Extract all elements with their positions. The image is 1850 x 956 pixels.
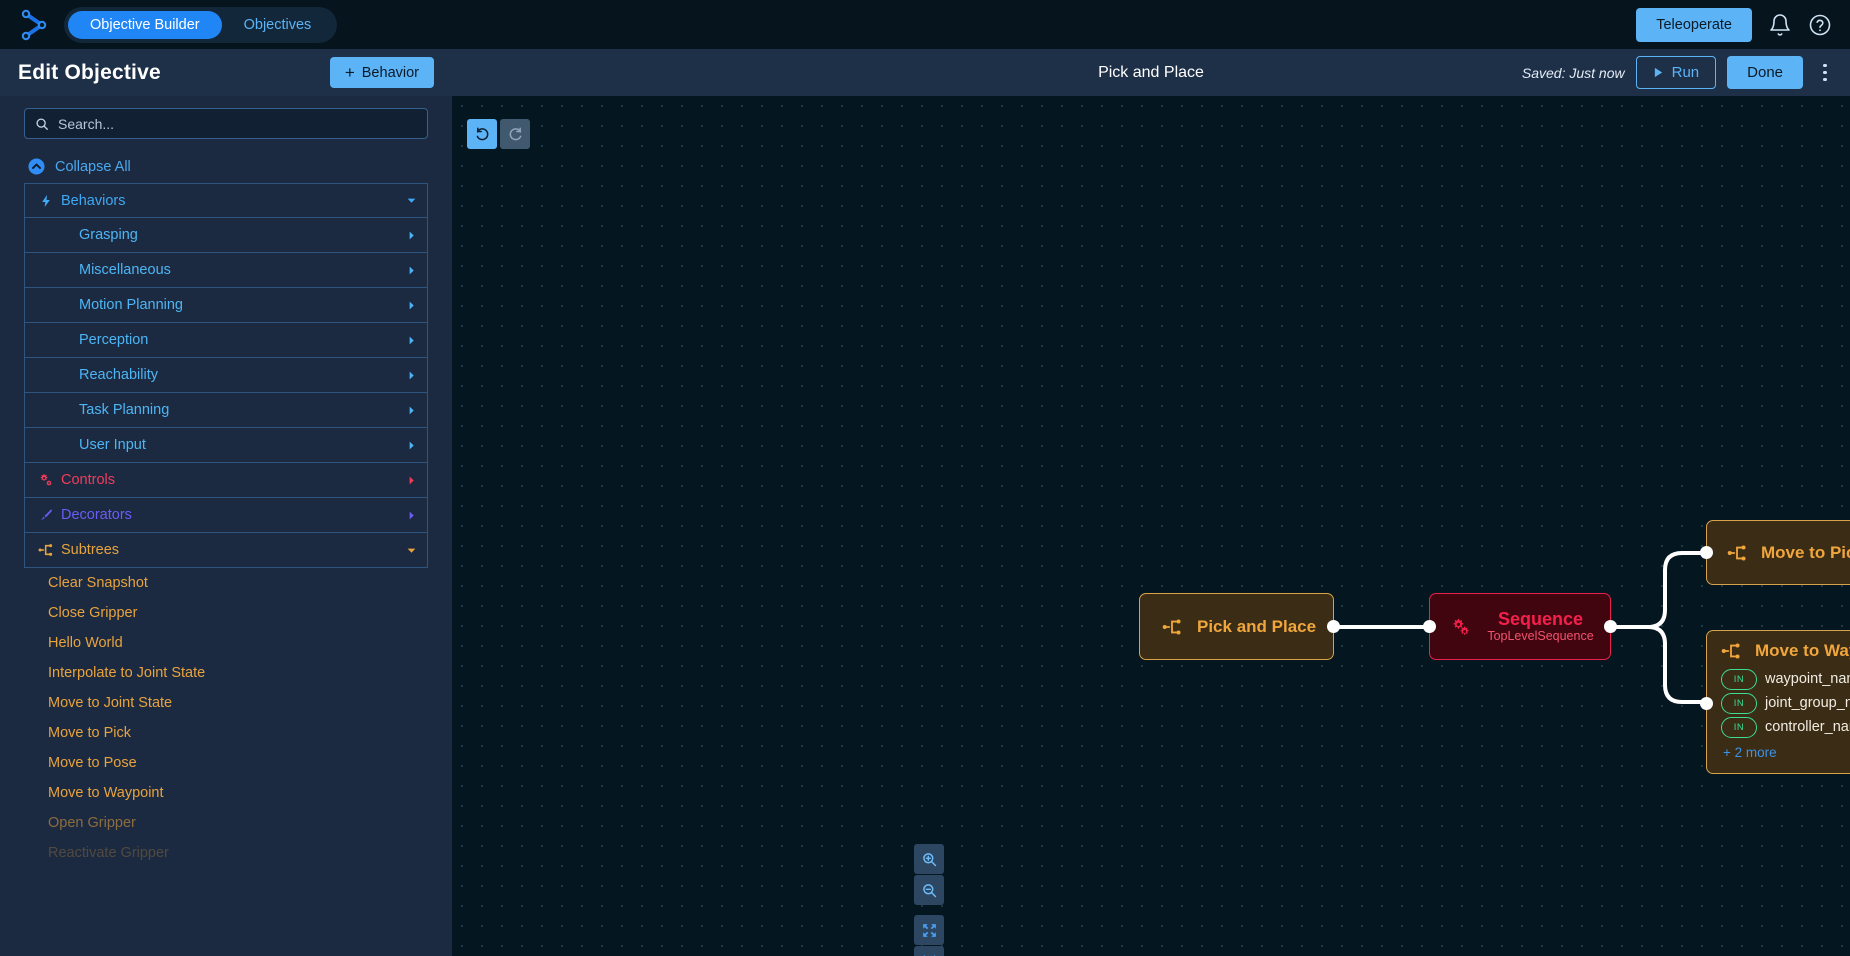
undo-button[interactable]	[467, 119, 497, 149]
more-vertical-icon[interactable]	[1814, 58, 1836, 88]
chevron-down-icon[interactable]	[406, 195, 417, 206]
graph-edges	[1334, 551, 1708, 704]
top-navigation-bar: Objective Builder Objectives Teleoperate	[0, 0, 1850, 49]
saved-status-label: Saved: Just now	[1521, 64, 1625, 81]
run-button[interactable]: Run	[1635, 56, 1717, 89]
play-icon	[1653, 67, 1664, 78]
sidebar-category-task-planning[interactable]: Task Planning	[24, 393, 428, 428]
sidebar-category-label: Controls	[61, 472, 115, 488]
sidebar-category-motion-planning[interactable]: Motion Planning	[24, 288, 428, 323]
main-area: Pick and Place Saved: Just now Run Done	[452, 49, 1850, 956]
sidebar-category-behaviors[interactable]: Behaviors	[24, 183, 428, 218]
help-circle-icon[interactable]	[1808, 13, 1832, 37]
search-field-wrapper[interactable]	[24, 108, 428, 139]
output-port[interactable]	[1327, 620, 1340, 633]
plus-icon: +	[344, 63, 355, 82]
lightning-icon	[37, 194, 55, 208]
objective-header: Pick and Place Saved: Just now Run Done	[452, 49, 1850, 96]
chevron-down-icon[interactable]	[406, 545, 417, 556]
sidebar-category-label: Motion Planning	[79, 297, 183, 313]
collapse-all-button[interactable]	[914, 946, 944, 956]
sidebar-category-label: Subtrees	[61, 542, 120, 558]
sidebar-category-label: Miscellaneous	[79, 262, 171, 278]
tab-objectives[interactable]: Objectives	[222, 11, 334, 39]
subtree-item-clear-snapshot[interactable]: Clear Snapshot	[24, 568, 428, 598]
subtree-item-hello-world[interactable]: Hello World	[24, 628, 428, 658]
top-navigation-actions: Teleoperate	[1636, 7, 1832, 42]
sidebar-category-grasping[interactable]: Grasping	[24, 218, 428, 253]
canvas-zoom-toolbar	[914, 844, 944, 956]
subtree-item-open-gripper[interactable]: Open Gripper	[24, 808, 428, 838]
sidebar-category-label: Decorators	[61, 507, 132, 523]
notification-bell-icon[interactable]	[1768, 13, 1792, 37]
subtree-icon	[37, 542, 55, 558]
chevron-right-icon[interactable]	[406, 335, 417, 346]
tab-objective-builder[interactable]: Objective Builder	[68, 10, 222, 39]
mode-segmented-control: Objective Builder Objectives	[64, 6, 338, 43]
subtree-item-reactivate-gripper[interactable]: Reactivate Gripper	[24, 838, 428, 868]
behavior-tree-canvas[interactable]: Pick and Place Sequence TopLevelSequence…	[452, 96, 1850, 956]
input-port[interactable]	[1423, 620, 1436, 633]
collapse-up-icon	[28, 158, 45, 175]
collapse-all-button[interactable]: Collapse All	[0, 151, 452, 183]
sidebar-category-label: Task Planning	[79, 402, 170, 418]
expand-all-button[interactable]	[914, 915, 944, 945]
subtree-item-close-gripper[interactable]: Close Gripper	[24, 598, 428, 628]
subtree-item-move-to-joint-state[interactable]: Move to Joint State	[24, 688, 428, 718]
sidebar-category-label: Grasping	[79, 227, 138, 243]
run-label: Run	[1671, 64, 1700, 81]
objective-header-actions: Saved: Just now Run Done	[1522, 56, 1836, 89]
redo-button[interactable]	[500, 119, 530, 149]
collapse-all-label: Collapse All	[55, 158, 131, 175]
chevron-right-icon[interactable]	[406, 510, 417, 521]
sidebar-category-user-input[interactable]: User Input	[24, 428, 428, 463]
teleoperate-button[interactable]: Teleoperate	[1636, 7, 1752, 42]
page-title: Edit Objective	[18, 60, 161, 84]
zoom-in-button[interactable]	[914, 844, 944, 874]
output-port[interactable]	[1604, 620, 1617, 633]
chevron-right-icon[interactable]	[406, 440, 417, 451]
subtree-item-interpolate-to-joint-state[interactable]: Interpolate to Joint State	[24, 658, 428, 688]
behavior-library-sidebar: Edit Objective + Behavior Search... Coll…	[0, 49, 452, 956]
zoom-out-button[interactable]	[914, 875, 944, 905]
sidebar-category-label: Perception	[79, 332, 149, 348]
add-behavior-button[interactable]: + Behavior	[329, 57, 434, 88]
sidebar-category-label: Reachability	[79, 367, 158, 383]
input-port[interactable]	[1700, 546, 1713, 559]
subtree-item-move-to-pick[interactable]: Move to Pick	[24, 718, 428, 748]
sidebar-category-label: User Input	[79, 437, 146, 453]
chevron-right-icon[interactable]	[406, 370, 417, 381]
category-list: Behaviors Grasping Miscellaneous Motion Pla…	[0, 183, 452, 568]
chevron-right-icon[interactable]	[406, 405, 417, 416]
search-icon	[35, 117, 49, 131]
subtree-item-move-to-pose[interactable]: Move to Pose	[24, 748, 428, 778]
input-port[interactable]	[1700, 696, 1713, 710]
sidebar-category-decorators[interactable]: Decorators	[24, 498, 428, 533]
chevron-right-icon[interactable]	[406, 265, 417, 276]
sidebar-category-label: Behaviors	[61, 192, 126, 209]
sidebar-category-perception[interactable]: Perception	[24, 323, 428, 358]
add-behavior-label: Behavior	[361, 64, 419, 81]
chevron-right-icon[interactable]	[406, 475, 417, 486]
gears-icon	[37, 473, 55, 488]
history-toolbar	[467, 119, 530, 149]
sidebar-header: Edit Objective + Behavior	[0, 49, 452, 96]
sidebar-category-reachability[interactable]: Reachability	[24, 358, 428, 393]
sidebar-category-controls[interactable]: Controls	[24, 463, 428, 498]
chevron-right-icon[interactable]	[406, 230, 417, 241]
sidebar-category-subtrees[interactable]: Subtrees	[24, 533, 428, 568]
sidebar-category-miscellaneous[interactable]: Miscellaneous	[24, 253, 428, 288]
brush-icon	[37, 508, 55, 522]
search-input[interactable]	[58, 115, 417, 132]
robot-chevron-logo-icon[interactable]	[18, 8, 52, 42]
sidebar-scroll-area[interactable]: Collapse All Behaviors Grasping Miscellane…	[0, 96, 452, 956]
done-button[interactable]: Done	[1727, 56, 1803, 89]
subtree-item-list: Clear Snapshot Close Gripper Hello World In…	[0, 568, 452, 868]
chevron-right-icon[interactable]	[406, 300, 417, 311]
subtree-item-move-to-waypoint[interactable]: Move to Waypoint	[24, 778, 428, 808]
